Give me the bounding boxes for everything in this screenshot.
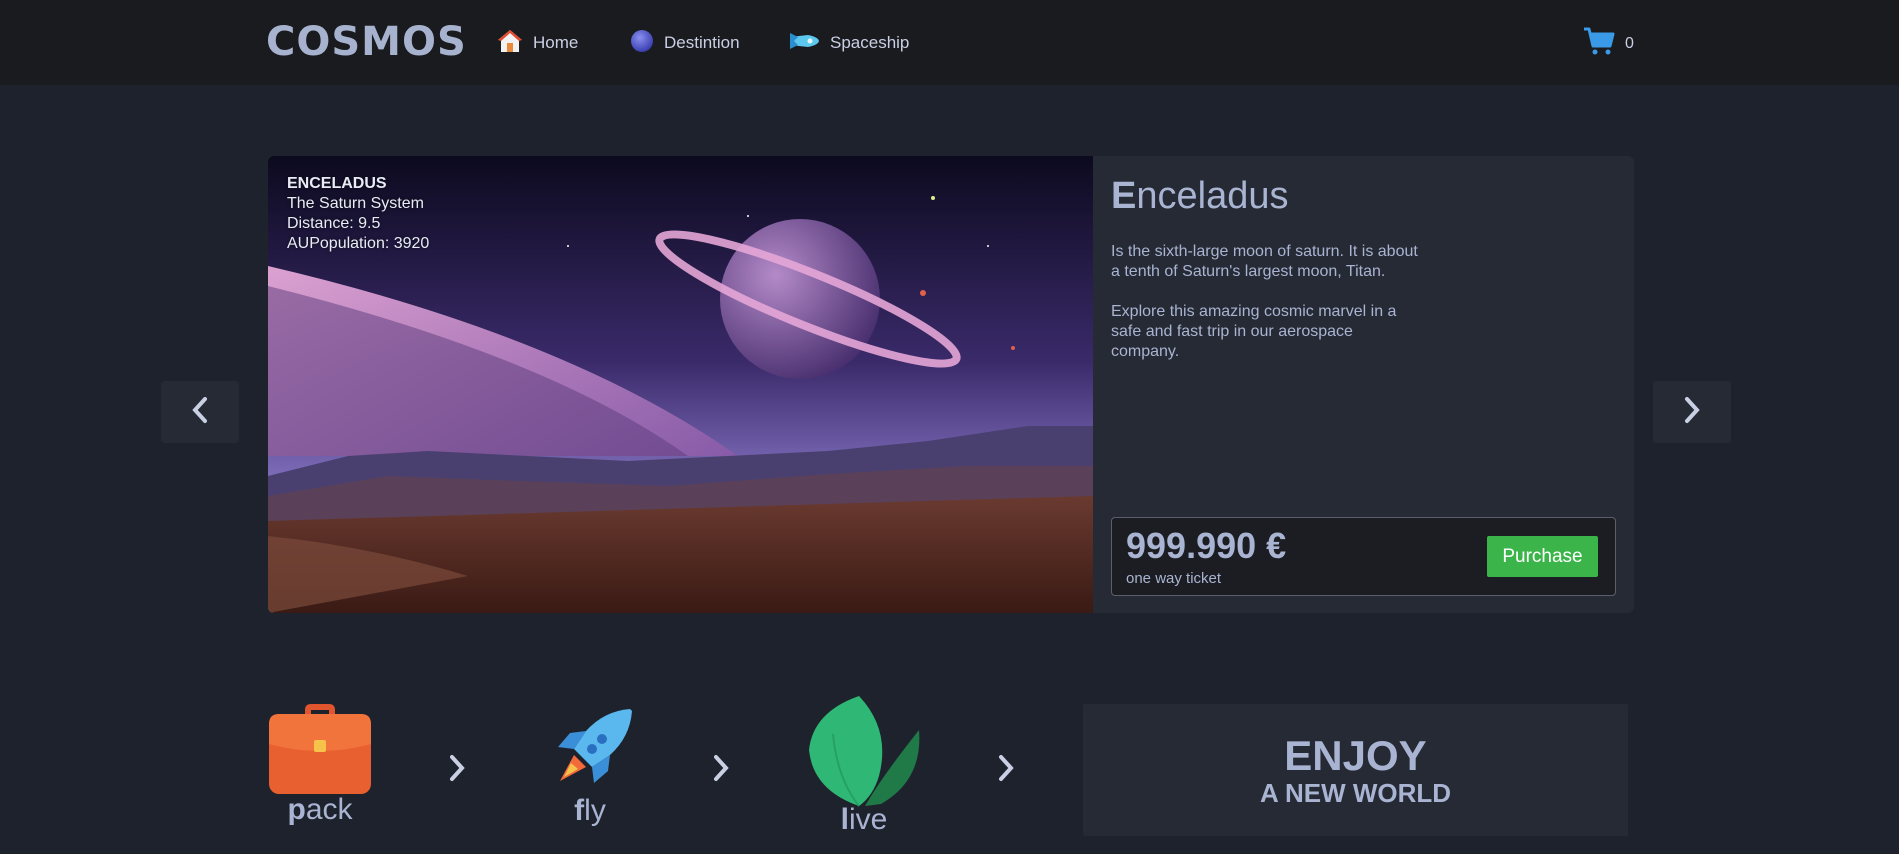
price: 999.990 € <box>1126 525 1287 566</box>
caption-system: The Saturn System <box>287 195 424 212</box>
step-label-rest: ly <box>584 794 606 827</box>
logo[interactable]: COSMOS <box>266 18 467 66</box>
step-label-rest: ack <box>305 793 353 826</box>
destination-heading: Enceladus <box>1111 172 1616 220</box>
step-live: live <box>806 694 922 837</box>
nav-spaceship-label: Spaceship <box>830 33 910 52</box>
nav-home[interactable]: Home <box>497 26 578 60</box>
step-label-initial: l <box>840 803 849 836</box>
purchase-button[interactable]: Purchase <box>1487 536 1598 577</box>
chevron-right-icon <box>1683 396 1701 429</box>
house-icon <box>497 28 523 59</box>
caption-distance: Distance: 9.5 <box>287 215 381 232</box>
step-label-initial: f <box>574 794 585 827</box>
nav-destination[interactable]: Destintion <box>630 26 740 60</box>
step-label-initial: p <box>287 793 306 826</box>
enjoy-banner: ENJOY A NEW WORLD <box>1083 704 1628 836</box>
nav-spaceship[interactable]: Spaceship <box>788 26 909 60</box>
chevron-right-icon <box>448 753 466 788</box>
enjoy-subtitle: A NEW WORLD <box>1259 778 1452 808</box>
price-box: 999.990 € one way ticket Purchase <box>1111 517 1616 596</box>
description-paragraph: Explore this amazing cosmic marvel in a … <box>1111 303 1397 360</box>
price-note: one way ticket <box>1126 570 1222 587</box>
spaceship-icon <box>788 29 820 58</box>
nav-home-label: Home <box>533 33 579 52</box>
carousel-prev-button[interactable] <box>161 381 239 443</box>
cart-button[interactable]: 0 <box>1583 26 1634 61</box>
destination-description: Is the sixth-large moon of saturn. It is… <box>1111 242 1421 362</box>
step-label-rest: ive <box>848 803 888 836</box>
step-pack: pack <box>266 702 374 827</box>
destination-card: ENCELADUS The Saturn System Distance: 9.… <box>268 156 1634 613</box>
cart-count: 0 <box>1625 34 1634 52</box>
nav-destination-label: Destintion <box>664 33 740 52</box>
carousel-next-button[interactable] <box>1653 381 1731 443</box>
chevron-right-icon <box>712 753 730 788</box>
destination-info: Enceladus Is the sixth-large moon of sat… <box>1111 172 1616 362</box>
caption-title: ENCELADUS <box>287 175 387 192</box>
planet-icon <box>630 29 654 58</box>
heading-initial: E <box>1111 175 1137 217</box>
chevron-right-icon <box>997 753 1015 788</box>
cart-icon <box>1583 26 1615 61</box>
description-paragraph: Is the sixth-large moon of saturn. It is… <box>1111 243 1418 280</box>
enjoy-title: ENJOY <box>1284 732 1427 779</box>
destination-image: ENCELADUS The Saturn System Distance: 9.… <box>268 156 1093 613</box>
step-fly: fly <box>540 705 640 828</box>
destination-caption: ENCELADUS The Saturn System Distance: 9.… <box>287 174 429 254</box>
chevron-left-icon <box>191 396 209 429</box>
caption-population: AUPopulation: 3920 <box>287 235 430 252</box>
top-navbar: COSMOS Home Destintion Spaceship 0 <box>0 0 1899 85</box>
heading-rest: nceladus <box>1136 175 1289 217</box>
